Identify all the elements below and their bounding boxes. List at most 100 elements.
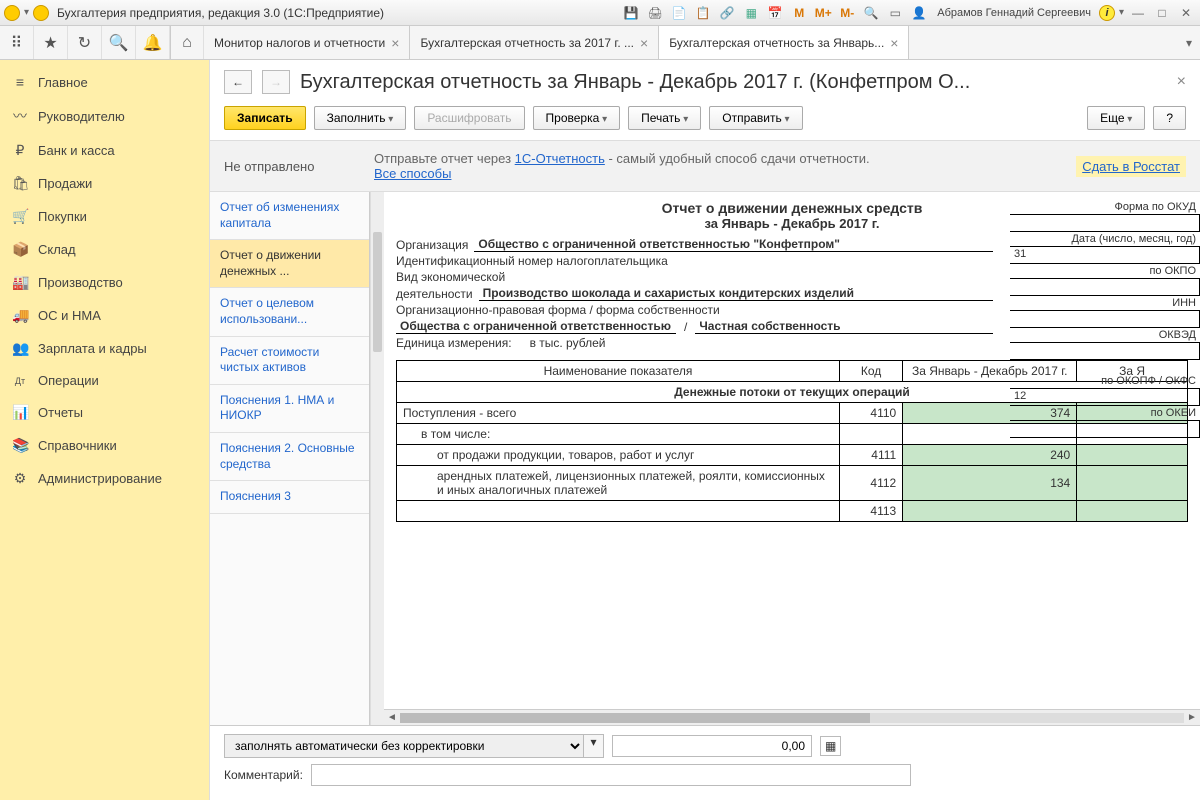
expand-button[interactable]: Расшифровать — [414, 106, 524, 130]
tabs-overflow-icon[interactable]: ▾ — [1178, 26, 1200, 59]
tab-report-2017[interactable]: Бухгалтерская отчетность за 2017 г. ... … — [410, 26, 659, 59]
page-close-icon[interactable]: × — [1177, 73, 1186, 91]
section-notes-3[interactable]: Пояснения 3 — [210, 481, 369, 514]
report-body: Отчет об изменениях капитала Отчет о дви… — [210, 192, 1200, 725]
calendar-icon[interactable]: 📅 — [765, 3, 785, 23]
section-net-assets[interactable]: Расчет стоимости чистых активов — [210, 337, 369, 385]
tab-report-jan[interactable]: Бухгалтерская отчетность за Январь... × — [659, 26, 909, 59]
col-name: Наименование показателя — [397, 361, 840, 382]
notifications-icon[interactable]: 🔔 — [136, 26, 170, 59]
section-capital-changes[interactable]: Отчет об изменениях капитала — [210, 192, 369, 240]
date-cell[interactable]: 31 — [1010, 246, 1200, 264]
submit-rosstat-link[interactable]: Сдать в Росстат — [1076, 156, 1186, 177]
calc-icon[interactable]: ▦ — [741, 3, 761, 23]
okpo-cell[interactable] — [1010, 278, 1200, 296]
page-header: ← → Бухгалтерская отчетность за Январь -… — [210, 60, 1200, 100]
legal-form-value[interactable]: Общества с ограниченной ответственностью — [396, 319, 676, 334]
save-icon[interactable]: 💾 — [621, 3, 641, 23]
link-all-methods[interactable]: Все способы — [374, 166, 451, 181]
user-name[interactable]: Абрамов Геннадий Сергеевич — [933, 7, 1095, 19]
app-menu-dropdown-icon[interactable]: ▾ — [24, 7, 29, 18]
print-icon[interactable]: 🖨 — [645, 3, 665, 23]
sidebar-item-directories[interactable]: 📚Справочники — [0, 429, 209, 462]
scroll-left-icon[interactable]: ◄ — [384, 712, 400, 723]
app-logo-icon — [4, 5, 20, 21]
section-list-scrollbar[interactable] — [370, 192, 384, 725]
org-value[interactable]: Общество с ограниченной ответственностью… — [474, 237, 993, 252]
sidebar-item-warehouse[interactable]: 📦Склад — [0, 233, 209, 266]
apps-grid-icon[interactable]: ⠿ — [0, 26, 34, 59]
fill-mode-select[interactable]: заполнять автоматически без корректировк… — [224, 734, 584, 758]
search-icon[interactable]: 🔍 — [102, 26, 136, 59]
okved-cell[interactable] — [1010, 342, 1200, 360]
info-dropdown-icon[interactable]: ▾ — [1119, 7, 1124, 18]
section-targeted-use[interactable]: Отчет о целевом использовани... — [210, 288, 369, 336]
print-button[interactable]: Печать — [628, 106, 701, 130]
amount-input[interactable] — [612, 735, 812, 757]
sidebar-label: Продажи — [38, 176, 92, 191]
tab-close-icon[interactable]: × — [391, 35, 399, 51]
sidebar-item-production[interactable]: 🏭Производство — [0, 266, 209, 299]
m-plus-icon[interactable]: M+ — [813, 3, 833, 23]
fill-mode-dropdown-icon[interactable]: ▾ — [584, 734, 604, 758]
m-icon[interactable]: M — [789, 3, 809, 23]
sidebar-item-reports[interactable]: 📊Отчеты — [0, 396, 209, 429]
panel-icon[interactable]: ▭ — [885, 3, 905, 23]
link-icon[interactable]: 🔗 — [717, 3, 737, 23]
window-titlebar: ▾ Бухгалтерия предприятия, редакция 3.0 … — [0, 0, 1200, 26]
maximize-icon[interactable]: □ — [1152, 3, 1172, 23]
table-row[interactable]: арендных платежей, лицензионных платежей… — [397, 466, 1188, 501]
inn-cell[interactable] — [1010, 310, 1200, 328]
history-icon[interactable]: ↻ — [68, 26, 102, 59]
help-button[interactable]: ? — [1153, 106, 1186, 130]
more-button[interactable]: Еще — [1087, 106, 1145, 130]
send-button[interactable]: Отправить — [709, 106, 802, 130]
sidebar-label: Руководителю — [38, 109, 125, 124]
tab-tax-monitor[interactable]: Монитор налогов и отчетности × — [204, 26, 410, 59]
section-notes-1[interactable]: Пояснения 1. НМА и НИОКР — [210, 385, 369, 433]
tab-close-icon[interactable]: × — [890, 35, 898, 51]
tab-label: Бухгалтерская отчетность за Январь... — [669, 36, 884, 50]
inn-label: Идентификационный номер налогоплательщик… — [396, 254, 674, 268]
nav-back-button[interactable]: ← — [224, 70, 252, 94]
ownership-value[interactable]: Частная собственность — [695, 319, 993, 334]
sidebar-item-assets[interactable]: 🚚ОС и НМА — [0, 299, 209, 332]
m-minus-icon[interactable]: M- — [837, 3, 857, 23]
favorite-icon[interactable]: ★ — [34, 26, 68, 59]
sidebar-item-operations[interactable]: ДтОперации — [0, 365, 209, 396]
clipboard-icon[interactable]: 📋 — [693, 3, 713, 23]
section-notes-2[interactable]: Пояснения 2. Основные средства — [210, 433, 369, 481]
activity-value[interactable]: Производство шоколада и сахаристых конди… — [479, 286, 993, 301]
sidebar-item-sales[interactable]: 🛍Продажи — [0, 167, 209, 200]
link-1c-reporting[interactable]: 1С-Отчетность — [515, 151, 605, 166]
sidebar-item-hr[interactable]: 👥Зарплата и кадры — [0, 332, 209, 365]
tab-close-icon[interactable]: × — [640, 35, 648, 51]
check-button[interactable]: Проверка — [533, 106, 621, 130]
sidebar-item-purchases[interactable]: 🛒Покупки — [0, 200, 209, 233]
save-button[interactable]: Записать — [224, 106, 306, 130]
minimize-icon[interactable]: — — [1128, 3, 1148, 23]
tab-bar: Монитор налогов и отчетности × Бухгалтер… — [204, 26, 1178, 59]
fill-button[interactable]: Заполнить — [314, 106, 407, 130]
scroll-right-icon[interactable]: ► — [1184, 712, 1200, 723]
nav-forward-button[interactable]: → — [262, 70, 290, 94]
close-window-icon[interactable]: ✕ — [1176, 3, 1196, 23]
sidebar-item-manager[interactable]: 〰Руководителю — [0, 98, 209, 134]
okopf-cell[interactable]: 12 — [1010, 388, 1200, 406]
content-area: ← → Бухгалтерская отчетность за Январь -… — [210, 60, 1200, 800]
okei-cell[interactable] — [1010, 420, 1200, 438]
zoom-icon[interactable]: 🔍 — [861, 3, 881, 23]
table-row[interactable]: 4113 — [397, 501, 1188, 522]
okud-cell[interactable] — [1010, 214, 1200, 232]
sidebar-item-main[interactable]: ≡Главное — [0, 66, 209, 98]
calculator-icon[interactable]: ▦ — [820, 736, 841, 756]
home-icon[interactable]: ⌂ — [170, 26, 204, 59]
info-icon[interactable]: i — [1099, 5, 1115, 21]
table-row[interactable]: от продажи продукции, товаров, работ и у… — [397, 445, 1188, 466]
section-cash-flow[interactable]: Отчет о движении денежных ... — [210, 240, 369, 288]
report-hscrollbar[interactable]: ◄ ► — [384, 709, 1200, 725]
comment-input[interactable] — [311, 764, 911, 786]
sidebar-item-admin[interactable]: ⚙Администрирование — [0, 462, 209, 495]
doc-icon[interactable]: 📄 — [669, 3, 689, 23]
sidebar-item-bank[interactable]: ₽Банк и касса — [0, 134, 209, 167]
